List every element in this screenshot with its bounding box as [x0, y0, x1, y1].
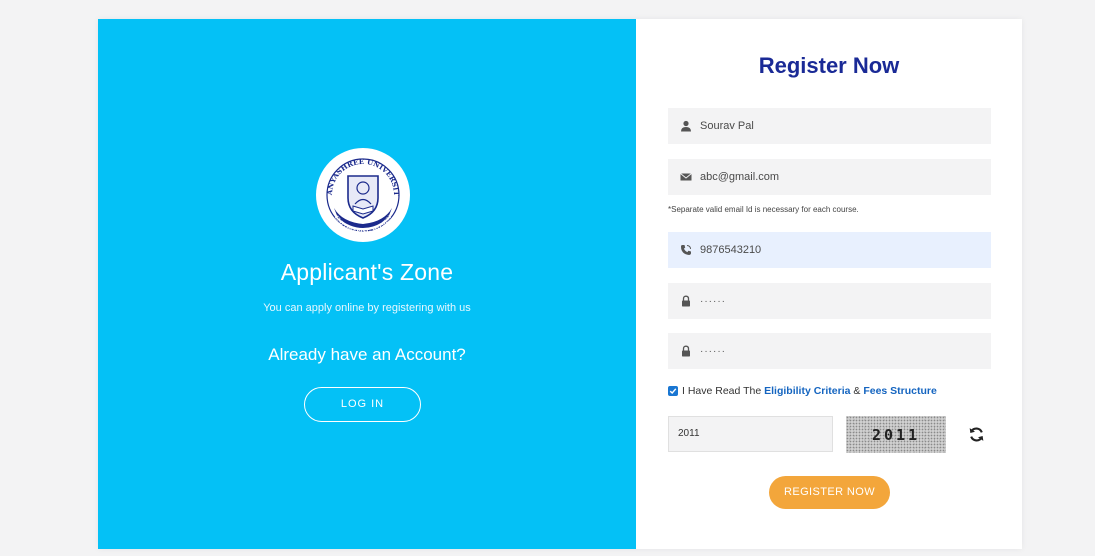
applicant-zone-subtitle: You can apply online by registering with… — [263, 302, 471, 314]
captcha-input[interactable]: 2011 — [668, 416, 833, 452]
agree-checkbox[interactable] — [668, 386, 678, 396]
agreement-row: I Have Read The Eligibility Criteria & F… — [668, 385, 937, 397]
login-button[interactable]: LOG IN — [304, 387, 421, 422]
email-field[interactable]: abc@gmail.com — [668, 159, 991, 195]
phone-value: 9876543210 — [700, 244, 762, 256]
already-have-account-text: Already have an Account? — [268, 345, 466, 364]
fees-structure-link[interactable]: Fees Structure — [863, 385, 937, 397]
phone-icon — [679, 243, 693, 257]
captcha-image-text: 2011 — [871, 425, 921, 444]
email-value: abc@gmail.com — [700, 171, 780, 183]
register-now-button[interactable]: REGISTER NOW — [769, 476, 890, 509]
confirm-password-value: ······ — [700, 345, 726, 357]
envelope-icon — [679, 170, 693, 184]
confirm-password-field[interactable]: ······ — [668, 333, 991, 369]
user-icon — [679, 119, 693, 133]
agree-and: & — [853, 385, 861, 397]
applicant-zone-title: Applicant's Zone — [280, 259, 454, 285]
eligibility-criteria-link[interactable]: Eligibility Criteria — [764, 385, 850, 397]
applicant-zone-panel: KANYASHREE UNIVERSITY EMPOWERING WOMEN A… — [98, 19, 636, 549]
register-now-title: Register Now — [758, 53, 900, 78]
name-value: Sourav Pal — [700, 120, 754, 132]
email-note: *Separate valid email Id is necessary fo… — [668, 205, 859, 214]
check-icon — [669, 388, 677, 395]
university-logo-emblem: KANYASHREE UNIVERSITY EMPOWERING WOMEN — [316, 148, 406, 238]
registration-card: KANYASHREE UNIVERSITY EMPOWERING WOMEN A… — [98, 19, 1022, 549]
password-field[interactable]: ······ — [668, 283, 991, 319]
phone-field[interactable]: 9876543210 — [668, 232, 991, 268]
university-logo: KANYASHREE UNIVERSITY EMPOWERING WOMEN — [316, 148, 410, 242]
refresh-icon[interactable] — [968, 426, 985, 443]
register-form-panel: Register Now Sourav Pal abc@gmail.com *S… — [636, 19, 1022, 549]
captcha-image: 2011 — [846, 416, 946, 453]
lock-icon — [679, 344, 693, 358]
password-value: ······ — [700, 295, 726, 307]
agree-prefix: I Have Read The — [682, 385, 762, 397]
name-field[interactable]: Sourav Pal — [668, 108, 991, 144]
lock-icon — [679, 294, 693, 308]
